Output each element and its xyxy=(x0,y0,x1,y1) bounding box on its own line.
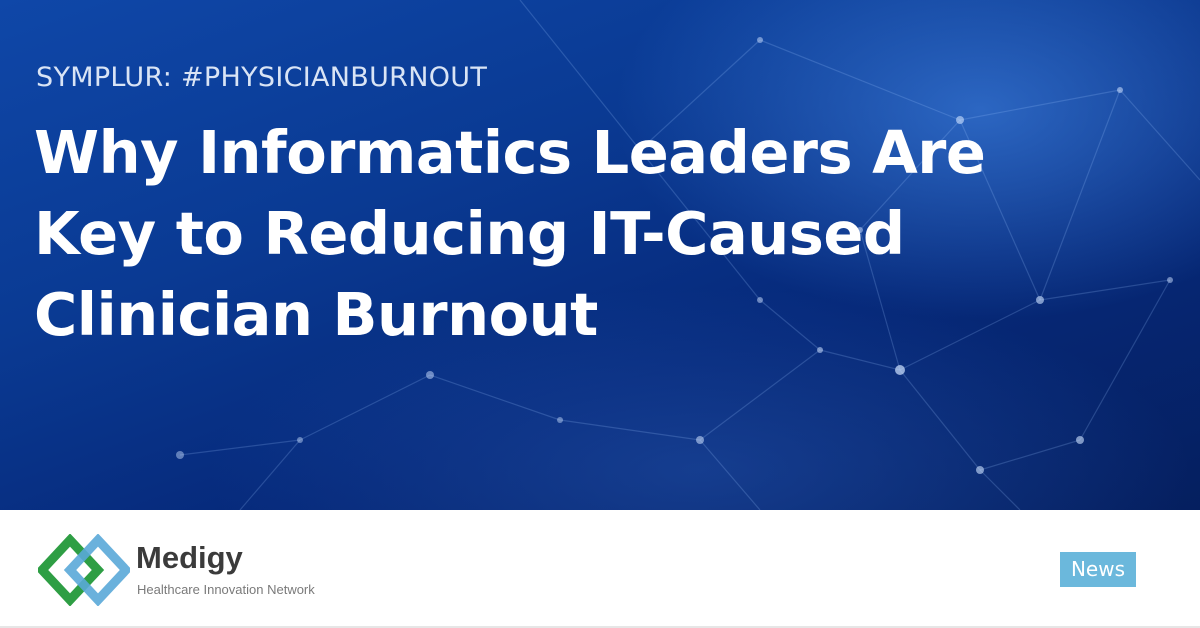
headline-line: Clinician Burnout xyxy=(34,280,598,349)
article-headline: Why Informatics Leaders Are Key to Reduc… xyxy=(34,112,1154,355)
brand-subtitle: Healthcare Innovation Network xyxy=(137,582,315,597)
medigy-logo-icon xyxy=(38,534,130,606)
category-tagline: SYMPLUR: #PHYSICIANBURNOUT xyxy=(36,62,488,93)
headline-line: Why Informatics Leaders Are xyxy=(34,118,986,187)
hero-banner: SYMPLUR: #PHYSICIANBURNOUT Why Informati… xyxy=(0,0,1200,510)
headline-line: Key to Reducing IT-Caused xyxy=(34,199,905,268)
brand-name: Medigy xyxy=(136,540,243,575)
brand-footer: Medigy Healthcare Innovation Network New… xyxy=(0,510,1200,628)
news-badge[interactable]: News xyxy=(1060,552,1136,587)
